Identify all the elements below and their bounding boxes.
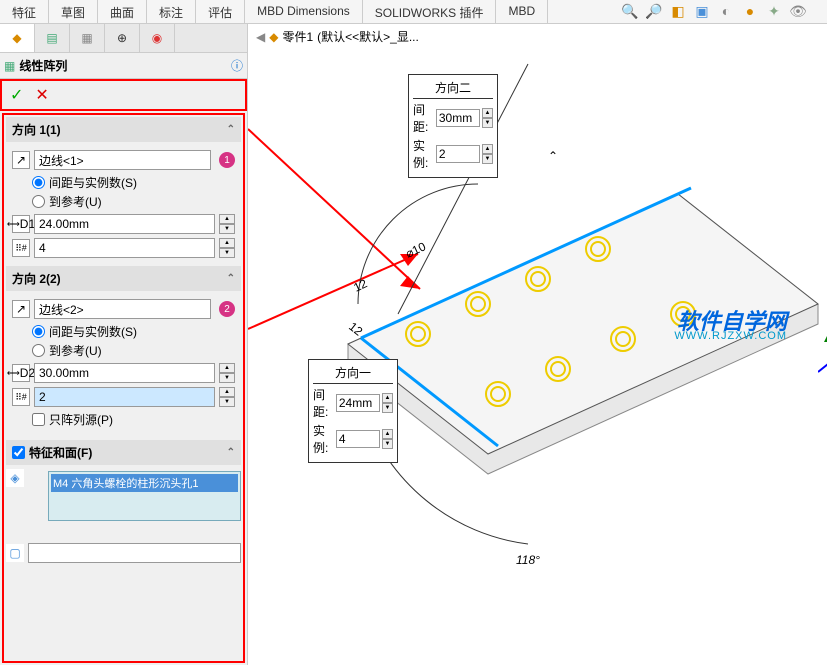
collapse-icon: ⌃ [227, 273, 235, 284]
viewport[interactable]: ◀ ◆ 零件1 (默认<<默认>_显... [248, 24, 827, 665]
direction2-spacing-input[interactable] [34, 363, 215, 383]
direction1-header[interactable]: 方向 1(1) ⌃ [6, 117, 241, 142]
count-icon: ⠿# [12, 239, 30, 257]
zoom-fit-icon[interactable]: 🔍 [621, 2, 639, 20]
callout-badge-1: 1 [219, 152, 235, 168]
direction1-edge-input[interactable] [34, 150, 211, 170]
dir2-ref-option[interactable]: 到参考(U) [32, 342, 235, 359]
dir1-spacing-option[interactable]: 间距与实例数(S) [32, 174, 235, 191]
scene-icon[interactable]: ● [741, 2, 759, 20]
hide-show-icon[interactable]: 👁 [789, 2, 807, 20]
dim1-count-input[interactable] [336, 430, 380, 448]
accept-button[interactable]: ✓ [4, 83, 29, 107]
help-icon[interactable]: ⓘ [231, 57, 243, 74]
ribbon-tab-mbd[interactable]: MBD [496, 0, 548, 23]
render-icon[interactable]: ✦ [765, 2, 783, 20]
feature-icon: ◈ [6, 469, 24, 487]
svg-text:12: 12 [351, 276, 369, 294]
ribbon-tab-surface[interactable]: 曲面 [98, 0, 147, 23]
ribbon-tab-sketch[interactable]: 草图 [49, 0, 98, 23]
callout-badge-2: 2 [219, 301, 235, 317]
only-source-checkbox[interactable]: 只阵列源(P) [32, 411, 235, 428]
reverse-direction2-button[interactable]: ↗ [12, 300, 30, 318]
spin-down[interactable]: ▼ [219, 397, 235, 407]
zoom-area-icon[interactable]: 🔎 [645, 2, 663, 20]
spin-down[interactable]: ▼ [382, 439, 393, 449]
property-panel: ◆ ▤ ▦ ⊕ ◉ ▦ 线性阵列 ⓘ ✓ ✕ 方向 1(1) ⌃ ↗ [0, 24, 248, 665]
pattern-icon: ▦ [4, 59, 15, 73]
spin-down[interactable]: ▼ [482, 118, 493, 128]
cancel-button[interactable]: ✕ [29, 83, 54, 107]
direction1-count-input[interactable] [34, 238, 215, 258]
panel-content: 方向 1(1) ⌃ ↗ 1 间距与实例数(S) 到参考(U) ⟷D1 ▲▼ ⠿# [2, 113, 245, 663]
dim1-spacing-input[interactable] [336, 394, 380, 412]
panel-header: ▦ 线性阵列 ⓘ [0, 53, 247, 79]
view-orientation-icon[interactable]: ◧ [669, 2, 687, 20]
dim2-spacing-input[interactable] [436, 109, 480, 127]
direction2-count-input[interactable] [34, 387, 215, 407]
view-toolbar: 🔍 🔎 ◧ ▣ ◐ ● ✦ 👁 [621, 2, 807, 20]
ribbon-tab-feature[interactable]: 特征 [0, 0, 49, 23]
direction1-spacing-input[interactable] [34, 214, 215, 234]
spin-down[interactable]: ▼ [219, 224, 235, 234]
ribbon-tab-plugins[interactable]: SOLIDWORKS 插件 [363, 0, 497, 23]
accept-cancel-bar: ✓ ✕ [0, 79, 247, 111]
spin-up[interactable]: ▲ [482, 144, 493, 154]
spin-up[interactable]: ▲ [382, 393, 393, 403]
ribbon-tab-mbd-dims[interactable]: MBD Dimensions [245, 0, 363, 23]
dim2-title: 方向二 [413, 79, 493, 99]
appearance-tab[interactable]: ◉ [140, 24, 175, 52]
spin-up[interactable]: ▲ [482, 108, 493, 118]
reverse-direction1-button[interactable]: ↗ [12, 151, 30, 169]
collapse-icon: ⌃ [227, 447, 235, 458]
dir2-spacing-option[interactable]: 间距与实例数(S) [32, 323, 235, 340]
dim1-title: 方向一 [313, 364, 393, 384]
direction1-callout: 方向一 间距:▲▼ 实例:▲▼ [308, 359, 398, 463]
config-manager-tab[interactable]: ▦ [70, 24, 105, 52]
feature-item[interactable]: M4 六角头螺栓的柱形沉头孔1 [51, 474, 238, 492]
spacing-icon: ⟷D1 [12, 215, 30, 233]
spin-up[interactable]: ▲ [219, 238, 235, 248]
spin-down[interactable]: ▼ [482, 154, 493, 164]
spin-down[interactable]: ▼ [219, 248, 235, 258]
panel-title: 线性阵列 [19, 57, 231, 74]
svg-text:⌀10: ⌀10 [403, 239, 428, 261]
collapse-chevron[interactable]: ⌃ [548, 149, 558, 163]
angle-label: 118° [516, 553, 540, 567]
collapse-icon: ⌃ [227, 124, 235, 135]
dim2-count-input[interactable] [436, 145, 480, 163]
spin-down[interactable]: ▼ [219, 373, 235, 383]
ribbon-tab-annotation[interactable]: 标注 [147, 0, 196, 23]
dir1-ref-option[interactable]: 到参考(U) [32, 193, 235, 210]
dimxpert-tab[interactable]: ⊕ [105, 24, 140, 52]
spin-up[interactable]: ▲ [219, 214, 235, 224]
watermark-url: WWW.RJZXW.COM [674, 330, 787, 342]
direction2-header[interactable]: 方向 2(2) ⌃ [6, 266, 241, 291]
triad-axis [818, 334, 827, 377]
spin-down[interactable]: ▼ [382, 403, 393, 413]
spin-up[interactable]: ▲ [382, 429, 393, 439]
ribbon-tab-evaluate[interactable]: 评估 [196, 0, 245, 23]
count-icon: ⠿# [12, 388, 30, 406]
section-view-icon[interactable]: ◐ [717, 2, 735, 20]
body-icon: ▢ [6, 544, 24, 562]
panel-tabs: ◆ ▤ ▦ ⊕ ◉ [0, 24, 247, 53]
property-manager-tab[interactable]: ▤ [35, 24, 70, 52]
spacing-icon: ⟷D2 [12, 364, 30, 382]
features-header[interactable]: 特征和面(F) ⌃ [6, 440, 241, 465]
spin-up[interactable]: ▲ [219, 387, 235, 397]
direction2-edge-input[interactable] [34, 299, 211, 319]
feature-manager-tab[interactable]: ◆ [0, 24, 35, 52]
direction2-callout: 方向二 间距:▲▼ 实例:▲▼ [408, 74, 498, 178]
spin-up[interactable]: ▲ [219, 363, 235, 373]
model-view: ⌀10 12 12 ⌀4.5 118° [248, 24, 827, 664]
features-listbox[interactable]: M4 六角头螺栓的柱形沉头孔1 [48, 471, 241, 521]
body-input[interactable] [28, 543, 241, 563]
display-style-icon[interactable]: ▣ [693, 2, 711, 20]
